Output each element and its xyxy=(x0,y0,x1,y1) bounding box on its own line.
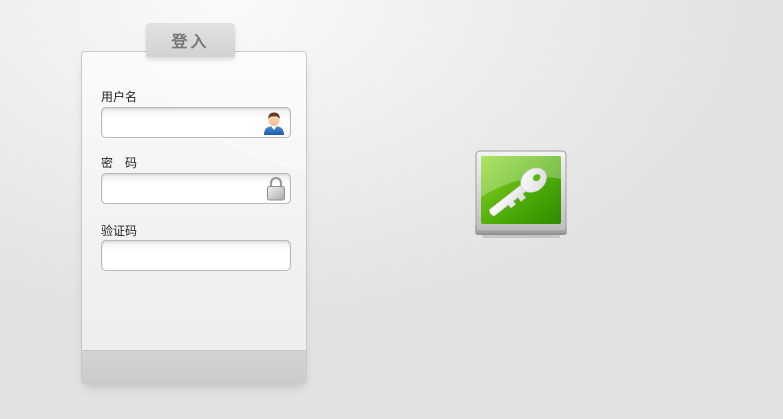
captcha-input[interactable] xyxy=(108,245,288,268)
lock-icon xyxy=(267,176,285,201)
captcha-label: 验证码 xyxy=(101,224,138,238)
username-field[interactable] xyxy=(101,107,291,138)
login-panel: 用户名 密 码 验证码 xyxy=(81,51,307,384)
user-icon xyxy=(264,112,284,135)
username-input[interactable] xyxy=(108,112,262,135)
login-title: 登入 xyxy=(171,32,210,51)
password-input[interactable] xyxy=(108,178,262,201)
panel-footer xyxy=(82,350,306,383)
password-field[interactable] xyxy=(101,173,291,204)
password-label: 密 码 xyxy=(101,156,138,170)
key-icon xyxy=(475,150,567,238)
login-title-tab: 登入 xyxy=(146,23,235,57)
username-label: 用户名 xyxy=(101,90,138,104)
captcha-field[interactable] xyxy=(101,240,291,271)
